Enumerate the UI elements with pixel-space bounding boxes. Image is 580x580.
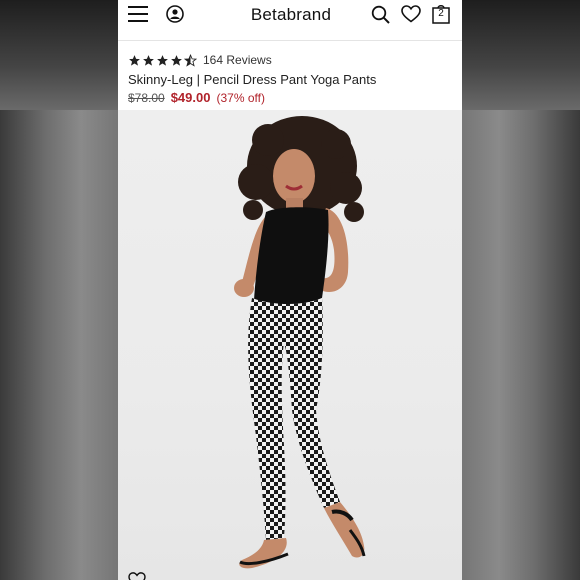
sale-price: $49.00 [170, 90, 211, 105]
search-icon[interactable] [371, 5, 390, 24]
product-title: Skinny-Leg | Pencil Dress Pant Yoga Pant… [128, 72, 377, 87]
cart-button[interactable]: 2 [432, 4, 450, 24]
heart-icon[interactable] [401, 5, 421, 23]
original-price: $78.00 [128, 91, 165, 105]
discount-label: (37% off) [216, 91, 265, 105]
review-count-link[interactable]: 164 Reviews [203, 53, 272, 67]
top-navigation-bar: Betabrand 2 [118, 0, 462, 41]
star-rating [128, 53, 197, 67]
star-icon [171, 54, 182, 66]
account-icon[interactable] [166, 5, 184, 23]
star-icon [143, 54, 154, 66]
half-star-icon [184, 53, 197, 67]
rating-row[interactable]: 164 Reviews [128, 52, 458, 68]
heart-icon[interactable] [128, 572, 146, 580]
brand-logo[interactable]: Betabrand [218, 5, 364, 25]
cart-count-badge: 2 [438, 8, 444, 19]
menu-icon[interactable] [128, 5, 148, 23]
product-info: 164 Reviews Skinny-Leg | Pencil Dress Pa… [128, 52, 458, 105]
product-hero-image[interactable] [118, 110, 462, 580]
price-row: $78.00 $49.00 (37% off) [128, 90, 458, 105]
model-photo [234, 116, 366, 569]
star-icon [129, 54, 140, 66]
star-icon [157, 54, 168, 66]
phone-screen: Betabrand 2 164 Reviews Skinny-Leg | Pen… [118, 0, 462, 580]
